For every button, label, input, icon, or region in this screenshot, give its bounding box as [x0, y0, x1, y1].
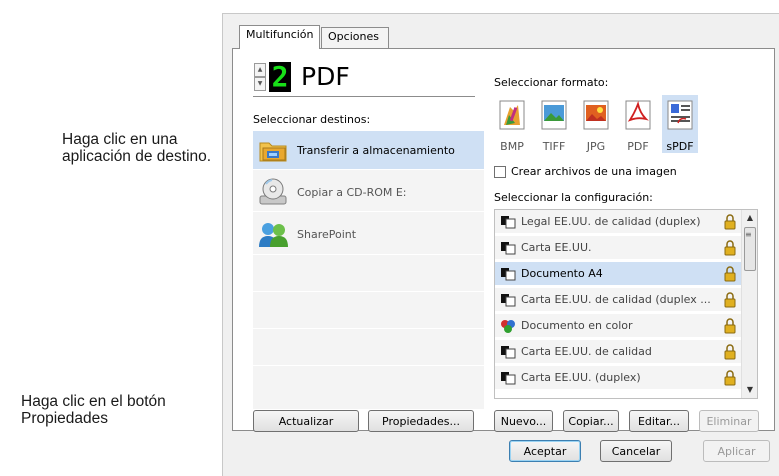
- destinations-label: Seleccionar destinos:: [253, 113, 371, 126]
- cancel-button[interactable]: Cancelar: [600, 440, 672, 462]
- configuration-item[interactable]: Documento en color: [495, 314, 743, 338]
- destination-label: SharePoint: [297, 227, 357, 241]
- bmp-icon: [499, 100, 525, 130]
- format-bmp[interactable]: BMP: [494, 95, 530, 153]
- apply-button[interactable]: Aplicar: [703, 440, 770, 462]
- scroll-up-icon[interactable]: ▲: [742, 210, 757, 226]
- list-divider: [253, 365, 484, 366]
- single-image-checkbox[interactable]: [494, 166, 506, 178]
- lock-icon: [724, 343, 736, 359]
- tab-multifuncion[interactable]: Multifunción: [239, 25, 320, 49]
- destination-item-sharepoint[interactable]: SharePoint: [253, 215, 484, 253]
- configuration-label: Carta EE.UU. de calidad: [521, 345, 652, 358]
- lock-icon: [724, 213, 736, 229]
- scanner-document-icon: [501, 267, 516, 280]
- configuration-label: Carta EE.UU. de calidad (duplex ...: [521, 293, 711, 306]
- configuration-label: Carta EE.UU.: [521, 241, 592, 254]
- jpg-icon: [583, 100, 609, 130]
- configuration-label: Legal EE.UU. de calidad (duplex): [521, 215, 701, 228]
- edit-configuration-button[interactable]: Editar...: [629, 410, 689, 432]
- lock-icon: [724, 317, 736, 333]
- multifuncion-panel: ▲ ▼ 2 PDF Seleccionar destinos: Transfer…: [232, 48, 775, 432]
- lock-icon: [724, 265, 736, 281]
- single-image-label: Crear archivos de una imagen: [511, 165, 677, 178]
- scanner-document-icon: [501, 345, 516, 358]
- cd-rom-icon: [259, 178, 287, 205]
- scanner-document-icon: [501, 293, 516, 306]
- format-label: TIFF: [542, 140, 566, 153]
- format-label: JPG: [586, 140, 606, 153]
- new-configuration-button[interactable]: Nuevo...: [494, 410, 553, 432]
- list-divider: [253, 254, 484, 255]
- configuration-item[interactable]: Carta EE.UU. de calidad: [495, 340, 743, 364]
- configuration-label: Documento A4: [521, 267, 603, 280]
- configurations-label: Seleccionar la configuración:: [494, 191, 653, 204]
- list-divider: [253, 291, 484, 292]
- configuration-item[interactable]: Carta EE.UU. de calidad (duplex ...: [495, 288, 743, 312]
- button-number-spinner[interactable]: ▲ ▼: [254, 63, 266, 92]
- format-label: sPDF: [666, 140, 694, 153]
- format-label: PDF: [627, 140, 649, 153]
- spin-up-icon[interactable]: ▲: [254, 63, 266, 77]
- accept-button[interactable]: Aceptar: [509, 440, 581, 462]
- destination-label: Transferir a almacenamiento: [297, 143, 455, 157]
- sharepoint-icon: [259, 223, 288, 247]
- spin-down-icon[interactable]: ▼: [254, 77, 266, 91]
- scanner-document-icon: [501, 215, 516, 228]
- refresh-button[interactable]: Actualizar: [253, 410, 359, 432]
- configuration-item[interactable]: Carta EE.UU. (duplex): [495, 366, 743, 390]
- lock-icon: [724, 291, 736, 307]
- delete-configuration-button[interactable]: Eliminar: [699, 410, 759, 432]
- format-jpg[interactable]: JPG: [578, 95, 614, 153]
- list-divider: [253, 328, 484, 329]
- destination-item-cd-rom[interactable]: Copiar a CD-ROM E:: [253, 173, 484, 211]
- folder-storage-icon: [259, 142, 287, 162]
- configuration-label: Carta EE.UU. (duplex): [521, 371, 641, 384]
- tiff-icon: [541, 100, 567, 130]
- configuration-list: Legal EE.UU. de calidad (duplex) Carta E…: [494, 209, 758, 399]
- lock-icon: [724, 369, 736, 385]
- configuration-item[interactable]: Legal EE.UU. de calidad (duplex): [495, 210, 743, 234]
- callout-select-destination: Haga clic en una aplicación de destino.: [62, 131, 212, 165]
- lock-icon: [724, 239, 736, 255]
- properties-button[interactable]: Propiedades...: [368, 410, 474, 432]
- format-tiff[interactable]: TIFF: [536, 95, 572, 153]
- title-divider: [253, 96, 475, 97]
- list-divider: [253, 211, 484, 212]
- one-touch-dialog: Multifunción Opciones ▲ ▼ 2 PDF Seleccio…: [222, 13, 779, 476]
- configuration-scrollbar[interactable]: ▲ ≡ ▼: [741, 210, 757, 398]
- format-spdf[interactable]: sPDF: [662, 95, 698, 153]
- scanner-document-icon: [501, 241, 516, 254]
- scroll-down-icon[interactable]: ▼: [742, 382, 757, 398]
- configuration-item[interactable]: Documento A4: [495, 262, 743, 286]
- button-number-display: 2: [269, 62, 291, 92]
- configuration-label: Documento en color: [521, 319, 633, 332]
- tab-opciones[interactable]: Opciones: [321, 27, 389, 48]
- list-divider: [253, 169, 484, 170]
- copy-configuration-button[interactable]: Copiar...: [563, 410, 619, 432]
- selected-format-title: PDF: [301, 62, 350, 91]
- configuration-item[interactable]: Carta EE.UU.: [495, 236, 743, 260]
- format-label: BMP: [500, 140, 524, 153]
- destination-label: Copiar a CD-ROM E:: [297, 185, 407, 199]
- destination-list: Transferir a almacenamiento Copiar a CD-…: [253, 131, 484, 409]
- color-document-icon: [501, 319, 515, 333]
- destination-item-storage[interactable]: Transferir a almacenamiento: [253, 131, 484, 169]
- spdf-icon: [667, 100, 693, 130]
- formats-label: Seleccionar formato:: [494, 76, 609, 89]
- pdf-icon: [625, 100, 651, 130]
- scanner-document-icon: [501, 371, 516, 384]
- format-pdf[interactable]: PDF: [620, 95, 656, 153]
- scroll-grip-icon: ≡: [745, 230, 752, 239]
- callout-properties-button: Haga clic en el botón Propiedades: [21, 393, 166, 427]
